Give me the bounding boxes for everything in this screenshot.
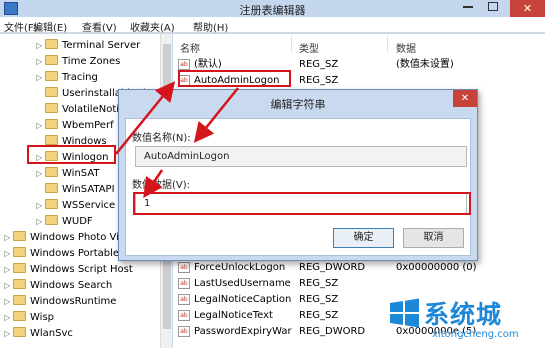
folder-icon bbox=[13, 247, 26, 257]
ok-button[interactable]: 确定 bbox=[333, 228, 394, 248]
expand-arrow-icon[interactable]: ▷ bbox=[36, 70, 45, 86]
expand-arrow-icon[interactable]: ▷ bbox=[4, 310, 13, 326]
watermark-url: xitongcheng.com bbox=[432, 329, 519, 340]
watermark: 系统城 xitongcheng.com bbox=[384, 293, 545, 348]
tree-item[interactable]: ▷ Tracing bbox=[36, 70, 98, 86]
tree-item[interactable]: ▷ Terminal Server bbox=[36, 38, 140, 54]
tree-item[interactable]: ▷ Wisp bbox=[4, 310, 54, 326]
tree-item[interactable]: ▷ WinSAT bbox=[36, 166, 100, 182]
tree-item[interactable]: ▷ WSService bbox=[36, 198, 115, 214]
folder-icon bbox=[13, 231, 26, 241]
expand-arrow-icon[interactable]: ▷ bbox=[4, 230, 13, 246]
menu-view[interactable]: 查看(V) bbox=[82, 19, 117, 34]
value-name-label: 数值名称(N): bbox=[132, 133, 191, 144]
dialog-body: 数值名称(N): AutoAdminLogon 数值数据(V): 1 确定 取消 bbox=[125, 118, 471, 256]
value-name-field[interactable]: AutoAdminLogon bbox=[135, 146, 467, 167]
folder-icon bbox=[45, 135, 58, 145]
tree-item[interactable]: VolatileNotifi bbox=[36, 102, 125, 118]
autoadminlogon-highlight bbox=[178, 70, 291, 87]
tree-item[interactable]: WinSATAPI bbox=[36, 182, 115, 198]
tree-item[interactable]: ▷ Time Zones bbox=[36, 54, 120, 70]
expand-arrow-icon[interactable]: ▷ bbox=[4, 246, 13, 262]
expand-arrow-icon[interactable]: ▷ bbox=[36, 198, 45, 214]
folder-icon bbox=[45, 183, 58, 193]
tree-item[interactable]: ▷ WlanSvc bbox=[4, 326, 73, 342]
folder-icon bbox=[45, 55, 58, 65]
column-header-data[interactable]: 数据 bbox=[396, 40, 416, 55]
value-data-highlight bbox=[133, 192, 471, 215]
folder-icon bbox=[13, 311, 26, 321]
tree-item[interactable]: ▷ Windows Script Host bbox=[4, 262, 133, 278]
string-value-icon: ab bbox=[178, 278, 190, 289]
close-button[interactable]: ✕ bbox=[510, 0, 545, 17]
string-value-icon: ab bbox=[178, 326, 190, 337]
maximize-button[interactable] bbox=[488, 2, 498, 11]
minimize-button[interactable] bbox=[463, 6, 473, 8]
column-separator[interactable] bbox=[387, 36, 388, 52]
folder-icon bbox=[13, 279, 26, 289]
window-title: 注册表编辑器 bbox=[239, 4, 306, 17]
title-bar: 注册表编辑器 ✕ bbox=[0, 0, 545, 17]
string-value-icon: ab bbox=[178, 262, 190, 273]
expand-arrow-icon[interactable]: ▷ bbox=[4, 278, 13, 294]
tree-item[interactable]: ▷ WbemPerf bbox=[36, 118, 114, 134]
string-value-icon: ab bbox=[178, 59, 190, 70]
cancel-button[interactable]: 取消 bbox=[403, 228, 464, 248]
tree-item[interactable]: ▷ Windows Photo Vie bbox=[4, 230, 125, 246]
tree-item[interactable]: ▷ Windows Search bbox=[4, 278, 112, 294]
dialog-close-button[interactable]: ✕ bbox=[453, 90, 477, 107]
folder-icon bbox=[45, 103, 58, 113]
folder-icon bbox=[45, 87, 58, 97]
menu-help[interactable]: 帮助(H) bbox=[193, 19, 228, 34]
folder-icon bbox=[45, 71, 58, 81]
folder-icon bbox=[45, 215, 58, 225]
winlogon-highlight bbox=[27, 145, 116, 164]
value-data-label: 数值数据(V): bbox=[132, 180, 191, 191]
expand-arrow-icon[interactable]: ▷ bbox=[36, 118, 45, 134]
column-header-name[interactable]: 名称 bbox=[180, 40, 200, 55]
folder-icon bbox=[45, 199, 58, 209]
expand-arrow-icon[interactable]: ▷ bbox=[36, 38, 45, 54]
folder-icon bbox=[13, 295, 26, 305]
column-header-type[interactable]: 类型 bbox=[299, 40, 319, 55]
menu-edit[interactable]: 编辑(E) bbox=[33, 19, 67, 34]
dialog-title: 编辑字符串 bbox=[270, 98, 326, 111]
folder-icon bbox=[45, 39, 58, 49]
folder-icon bbox=[13, 263, 26, 273]
tree-item[interactable]: ▷ WindowsRuntime bbox=[4, 294, 116, 310]
tree-item[interactable]: ▷ Windows Portable bbox=[4, 246, 119, 262]
column-separator[interactable] bbox=[291, 36, 292, 52]
folder-icon bbox=[45, 167, 58, 177]
edit-string-dialog: 编辑字符串 ✕ 数值名称(N): AutoAdminLogon 数值数据(V):… bbox=[118, 89, 478, 261]
expand-arrow-icon[interactable]: ▷ bbox=[4, 294, 13, 310]
folder-icon bbox=[45, 119, 58, 129]
expand-arrow-icon[interactable]: ▷ bbox=[36, 214, 45, 230]
expand-arrow-icon[interactable]: ▷ bbox=[4, 262, 13, 278]
expand-arrow-icon[interactable]: ▷ bbox=[36, 166, 45, 182]
menu-favorites[interactable]: 收藏夹(A) bbox=[130, 19, 175, 34]
string-value-icon: ab bbox=[178, 294, 190, 305]
string-value-icon: ab bbox=[178, 310, 190, 321]
folder-icon bbox=[13, 327, 26, 337]
menu-bar: 文件(F) 编辑(E) 查看(V) 收藏夹(A) 帮助(H) bbox=[0, 17, 545, 34]
tree-item[interactable]: ▷ WUDF bbox=[36, 214, 93, 230]
expand-arrow-icon[interactable]: ▷ bbox=[4, 326, 13, 342]
brand-logo-icon bbox=[390, 298, 419, 328]
expand-arrow-icon[interactable]: ▷ bbox=[36, 54, 45, 70]
watermark-brand: 系统城 bbox=[424, 300, 503, 329]
